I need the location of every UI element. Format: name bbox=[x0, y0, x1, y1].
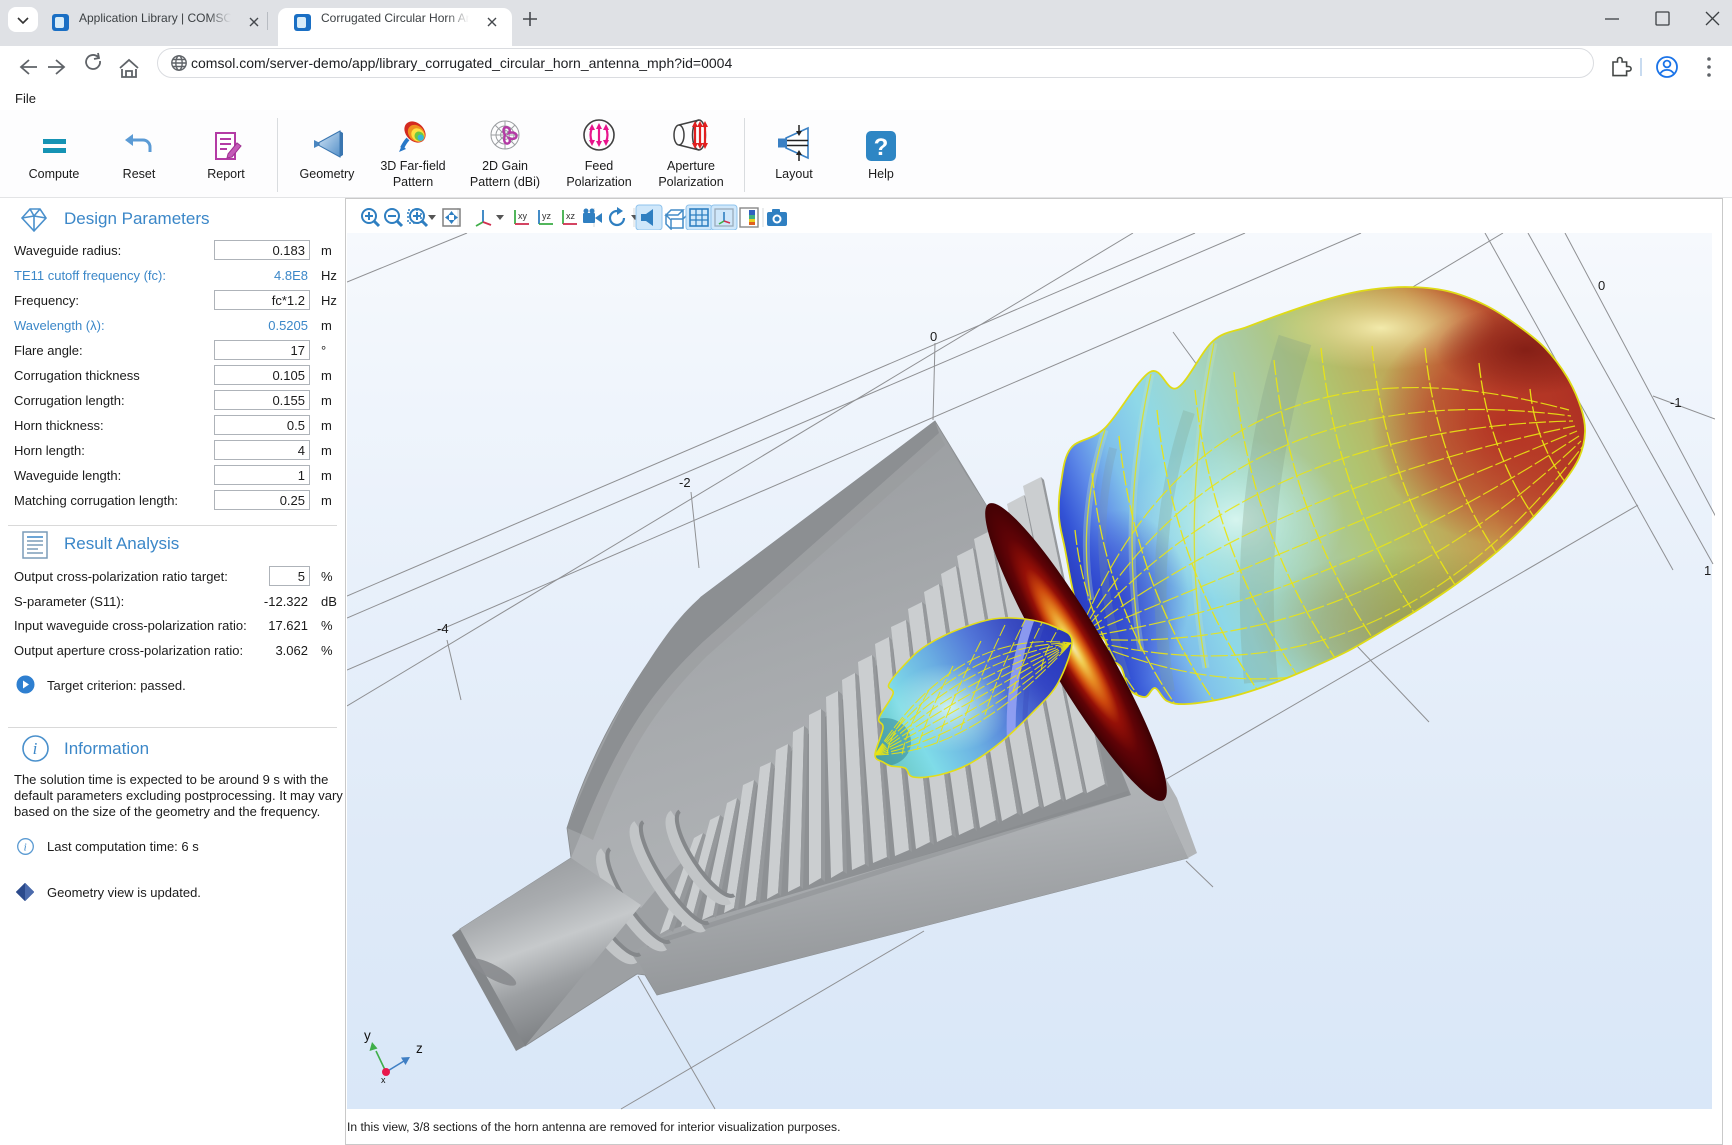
svg-text:-1: -1 bbox=[1670, 395, 1682, 410]
svg-text:-4: -4 bbox=[437, 621, 449, 636]
svg-text:i: i bbox=[33, 739, 38, 758]
svg-text:0: 0 bbox=[1598, 278, 1605, 293]
svg-text:1: 1 bbox=[1704, 563, 1711, 578]
svg-text:yz: yz bbox=[542, 211, 552, 221]
svg-text:-2: -2 bbox=[679, 475, 691, 490]
svg-text:xy: xy bbox=[518, 211, 528, 221]
svg-text:?: ? bbox=[874, 134, 889, 161]
svg-text:xz: xz bbox=[566, 211, 576, 221]
svg-text:x: x bbox=[381, 1075, 386, 1085]
svg-text:z: z bbox=[416, 1041, 423, 1056]
svg-text:0: 0 bbox=[930, 329, 937, 344]
svg-text:y: y bbox=[364, 1028, 371, 1043]
svg-text:i: i bbox=[24, 842, 27, 854]
